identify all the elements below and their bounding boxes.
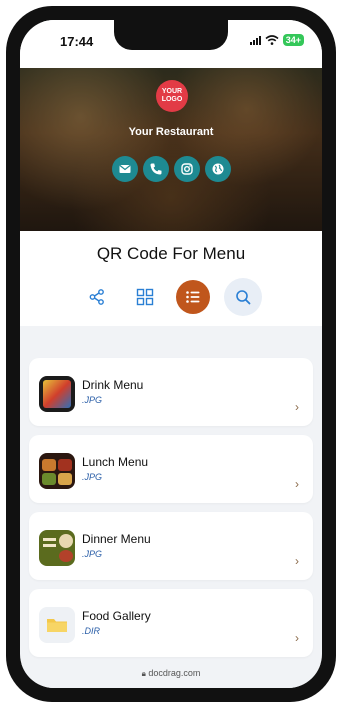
list-item-lunch-menu[interactable]: Lunch Menu .JPG › [29,435,313,503]
url-text: 🔒︎ docdrag.com [20,668,322,679]
page-title: QR Code For Menu [96,244,246,263]
list-item-name: Drink Menu [82,378,144,392]
chevron-right-icon: › [295,400,299,414]
social-links [20,156,322,182]
grid-view-icon [136,288,154,306]
browser-url-bar[interactable]: 🔒︎ docdrag.com [20,664,322,688]
folder-thumbnail [39,607,75,643]
list-item-food-gallery[interactable]: Food Gallery .DIR › [29,589,313,657]
logo-text-2: LOGO [161,96,183,103]
list-item-drink-menu[interactable]: Drink Menu .JPG › [29,358,313,426]
share-icon [89,289,104,305]
list-view-icon [186,291,200,303]
list-item-name: Food Gallery [82,609,151,623]
restaurant-logo: YOUR LOGO [156,80,188,112]
list-item-name: Dinner Menu [82,532,151,546]
share-button[interactable] [80,280,114,314]
url-label: docdrag.com [148,668,201,678]
wifi-icon [265,34,279,46]
notch [114,20,228,50]
list-view-button[interactable] [176,280,210,314]
action-bar [20,278,322,316]
phone-icon[interactable] [142,156,169,182]
dinner-menu-thumbnail [39,530,75,566]
search-button[interactable] [224,278,262,316]
menu-header-panel: QR Code For Menu [20,231,322,326]
grid-view-button[interactable] [128,280,162,314]
battery-indicator: 34+ [282,34,304,46]
status-time: 17:44 [60,34,94,49]
list-item-extension: .JPG [82,472,103,482]
search-icon [236,290,251,305]
hero-banner: YOUR LOGO Your Restaurant [20,68,322,231]
restaurant-name: Your Restaurant [128,126,214,138]
chevron-right-icon: › [295,554,299,568]
lock-icon: 🔒︎ [141,669,146,678]
globe-icon[interactable] [204,156,231,182]
signal-icon [249,35,261,45]
mail-icon[interactable] [111,156,138,182]
status-icons: 34+ [249,34,304,46]
screen: 17:44 34+ YOUR LOGO Your Restaurant QR C… [20,20,322,688]
list-item-extension: .DIR [82,626,100,636]
folder-icon [47,619,67,632]
logo-text-1: YOUR [161,88,183,95]
drink-menu-thumbnail [39,376,75,412]
instagram-icon[interactable] [173,156,200,182]
list-item-extension: .JPG [82,395,103,405]
phone-frame: 17:44 34+ YOUR LOGO Your Restaurant QR C… [6,6,336,702]
list-item-name: Lunch Menu [82,455,149,469]
list-item-dinner-menu[interactable]: Dinner Menu .JPG › [29,512,313,580]
list-item-extension: .JPG [82,549,103,559]
chevron-right-icon: › [295,631,299,645]
chevron-right-icon: › [295,477,299,491]
lunch-menu-thumbnail [39,453,75,489]
